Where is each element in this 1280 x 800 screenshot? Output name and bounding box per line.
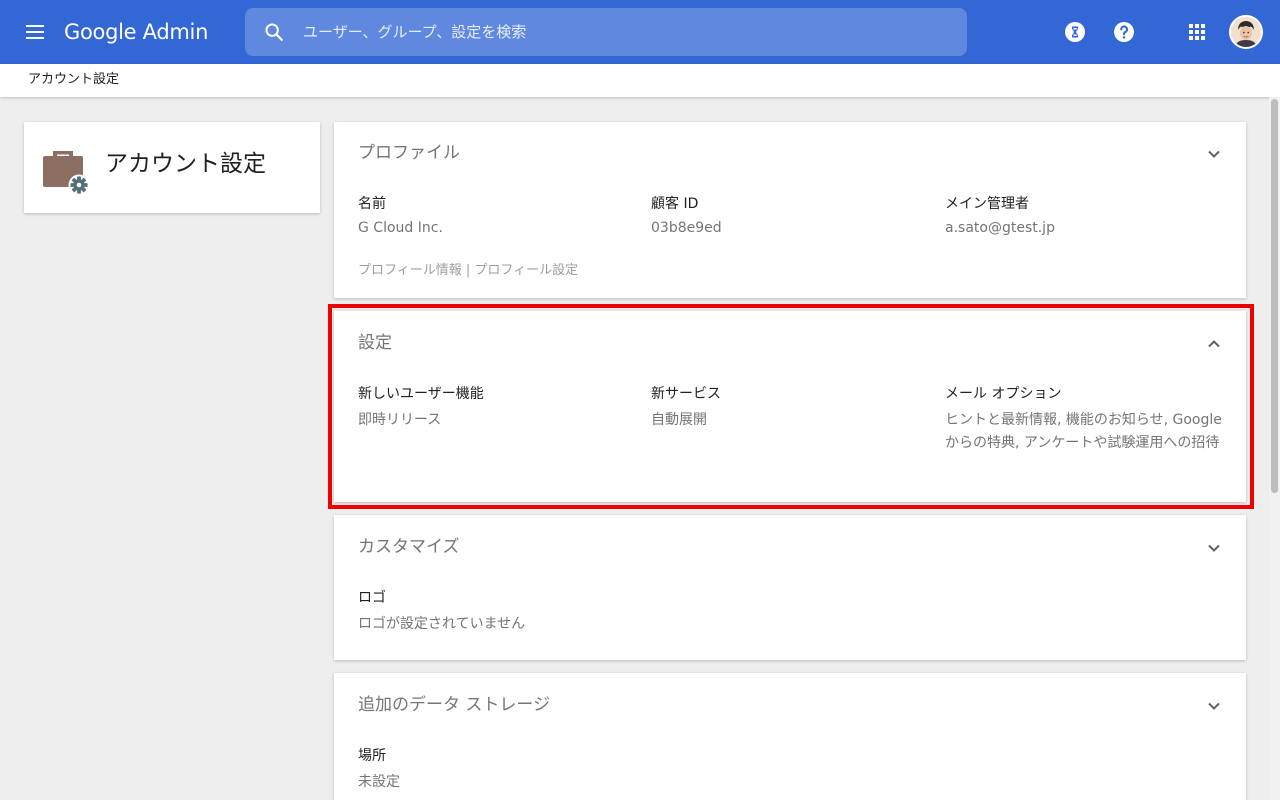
- scrollbar-thumb[interactable]: [1271, 99, 1278, 493]
- field-label-location: 場所: [358, 748, 386, 764]
- field-label-logo: ロゴ: [358, 590, 386, 606]
- search-icon: [265, 23, 283, 41]
- customize-heading[interactable]: カスタマイズ: [358, 536, 460, 558]
- apps-grid-icon[interactable]: [1185, 20, 1209, 44]
- data-storage-card: 追加のデータ ストレージ 場所 未設定: [334, 673, 1246, 800]
- breadcrumb: アカウント設定: [0, 64, 1280, 97]
- profile-heading[interactable]: プロファイル: [358, 142, 460, 164]
- field-value-logo: ロゴが設定されていません: [358, 616, 526, 632]
- search-placeholder: ユーザー、グループ、設定を検索: [303, 23, 527, 41]
- field-label-email-options: メール オプション: [945, 386, 1062, 402]
- settings-card: 設定 新しいユーザー機能 即時リリース 新サービス 自動展開 メール オプション…: [334, 311, 1246, 502]
- profile-settings-link[interactable]: プロフィール設定: [474, 263, 578, 278]
- page-scrollbar[interactable]: [1269, 97, 1280, 800]
- field-value-customer-id: 03b8e9ed: [651, 220, 722, 236]
- breadcrumb-current: アカウント設定: [28, 72, 120, 87]
- hourglass-icon[interactable]: [1063, 20, 1087, 44]
- help-icon[interactable]: [1112, 20, 1136, 44]
- field-value-email-options: ヒントと最新情報, 機能のお知らせ, Google からの特典, アンケートや試…: [945, 412, 1222, 451]
- field-label-customer-id: 顧客 ID: [651, 196, 699, 212]
- customize-card: カスタマイズ ロゴ ロゴが設定されていません: [334, 515, 1246, 660]
- field-value-new-services: 自動展開: [651, 412, 707, 428]
- chevron-down-icon[interactable]: [1204, 144, 1224, 164]
- chevron-down-icon[interactable]: [1204, 696, 1224, 716]
- app-header: Google Admin ユーザー、グループ、設定を検索: [0, 0, 1280, 64]
- account-settings-summary-card: アカウント設定: [24, 122, 320, 213]
- chevron-up-icon[interactable]: [1204, 334, 1224, 354]
- settings-heading[interactable]: 設定: [358, 332, 392, 354]
- field-label-new-user-features: 新しいユーザー機能: [358, 386, 484, 402]
- field-value-main-admin: a.sato@gtest.jp: [945, 220, 1055, 236]
- menu-icon[interactable]: [24, 20, 48, 44]
- summary-card-title: アカウント設定: [105, 151, 266, 177]
- field-value-location: 未設定: [358, 774, 400, 790]
- profile-info-link[interactable]: プロフィール情報: [358, 263, 462, 278]
- data-storage-heading[interactable]: 追加のデータ ストレージ: [358, 694, 550, 716]
- user-avatar[interactable]: [1229, 15, 1263, 49]
- google-admin-logo[interactable]: Google Admin: [64, 18, 208, 46]
- link-separator: |: [461, 263, 475, 278]
- field-label-main-admin: メイン管理者: [945, 196, 1029, 212]
- chevron-down-icon[interactable]: [1204, 538, 1224, 558]
- profile-links: プロフィール情報 | プロフィール設定: [358, 262, 578, 280]
- field-value-new-user-features: 即時リリース: [358, 412, 442, 428]
- profile-card: プロファイル 名前 G Cloud Inc. 顧客 ID 03b8e9ed メイ…: [334, 122, 1246, 298]
- field-label-name: 名前: [358, 196, 386, 212]
- field-value-name: G Cloud Inc.: [358, 220, 443, 236]
- search-bar[interactable]: ユーザー、グループ、設定を検索: [245, 8, 967, 56]
- field-label-new-services: 新サービス: [651, 386, 721, 402]
- avatar-face-icon: [1231, 17, 1261, 47]
